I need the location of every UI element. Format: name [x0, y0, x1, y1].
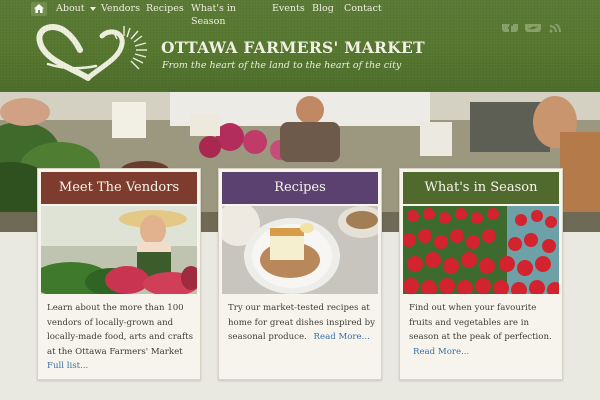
card-vendors: Meet The Vendors Learn about the more th…: [37, 168, 201, 380]
rss-icon[interactable]: [548, 24, 564, 34]
caret-down-icon: [89, 6, 96, 11]
recipe-photo[interactable]: [222, 206, 378, 294]
card-season-title[interactable]: What's in Season: [403, 172, 559, 204]
site-title[interactable]: OTTAWA FARMERS' MARKET: [161, 38, 425, 57]
card-season-text: Find out when your favourite fruits and …: [409, 303, 552, 343]
nav-item-whats-in-season-line2: Season: [191, 16, 226, 27]
card-vendors-body: Learn about the more than 100 vendors of…: [47, 301, 197, 374]
facebook-icon[interactable]: [502, 24, 518, 34]
card-vendors-text: Learn about the more than 100 vendors of…: [47, 303, 194, 357]
card-recipes-title[interactable]: Recipes: [222, 172, 378, 204]
card-recipes: Recipes Try our market-tested recipes at…: [218, 168, 382, 380]
nav-item-blog[interactable]: Blog: [312, 4, 334, 14]
home-icon: [34, 4, 44, 13]
card-whats-in-season: What's in Season Find out when your favo…: [399, 168, 563, 380]
heart-sun-logo: [36, 24, 147, 81]
vendor-photo[interactable]: [41, 206, 197, 294]
nav-item-recipes[interactable]: Recipes: [146, 4, 184, 14]
card-season-body: Find out when your favourite fruits and …: [409, 301, 559, 359]
strawberries-photo[interactable]: [403, 206, 559, 294]
nav-item-vendors[interactable]: Vendors: [101, 4, 140, 14]
card-vendors-title[interactable]: Meet The Vendors: [41, 172, 197, 204]
card-vendors-link[interactable]: Full list...: [47, 361, 88, 371]
nav-item-about[interactable]: About: [56, 4, 96, 14]
site-tagline: From the heart of the land to the heart …: [162, 60, 402, 71]
nav-item-contact[interactable]: Contact: [344, 4, 382, 14]
nav-home-button[interactable]: [31, 2, 47, 16]
twitter-icon[interactable]: [525, 24, 541, 34]
card-season-link[interactable]: Read More...: [413, 347, 469, 357]
nav-item-whats-in-season-line1: What's in: [191, 3, 237, 14]
site-header: About Vendors Recipes What's in Season E…: [0, 0, 600, 92]
card-recipes-body: Try our market-tested recipes at home fo…: [228, 301, 378, 345]
nav-item-events[interactable]: Events: [272, 4, 305, 14]
nav-item-about-label: About: [56, 3, 85, 14]
nav-item-whats-in-season[interactable]: What's in Season: [191, 4, 236, 27]
card-recipes-link[interactable]: Read More...: [314, 332, 370, 342]
